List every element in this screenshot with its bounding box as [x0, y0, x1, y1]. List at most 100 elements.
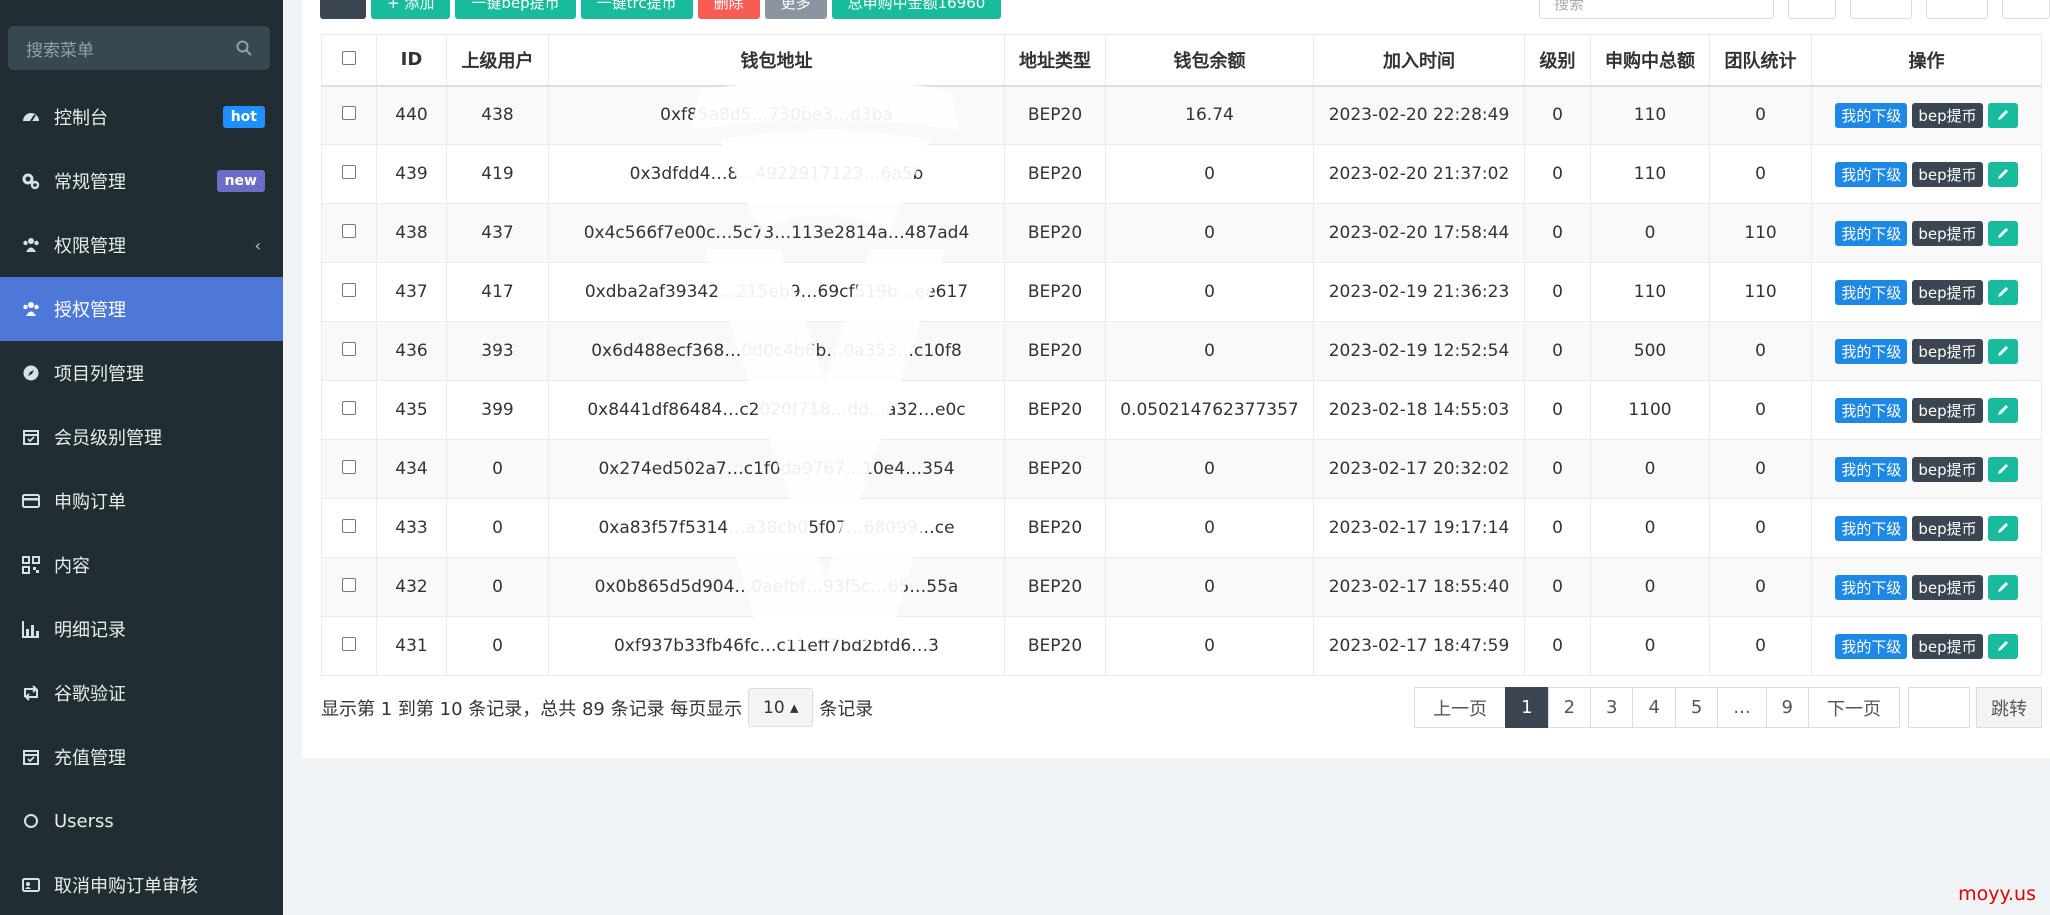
- edit-button[interactable]: [1987, 515, 2018, 541]
- menu-search-input[interactable]: 搜索菜单: [8, 26, 270, 70]
- bep-withdraw-button[interactable]: bep提币: [1912, 102, 1983, 128]
- edit-button[interactable]: [1987, 338, 2018, 364]
- select-all-header[interactable]: [321, 34, 377, 87]
- row-checkbox[interactable]: [342, 519, 356, 533]
- delete-button[interactable]: 删除: [697, 0, 760, 19]
- bep-withdraw-button[interactable]: bep提币: [1912, 574, 1983, 600]
- edit-button[interactable]: [1987, 397, 2018, 423]
- sidebar-item-google-auth[interactable]: 谷歌验证: [0, 661, 283, 725]
- row-select-cell[interactable]: [321, 439, 377, 499]
- bep-withdraw-button[interactable]: bep提币: [1912, 633, 1983, 659]
- row-checkbox[interactable]: [342, 106, 356, 121]
- column-header[interactable]: 钱包地址: [548, 34, 1005, 87]
- my-children-button[interactable]: 我的下级: [1835, 220, 1908, 246]
- edit-button[interactable]: [1987, 161, 2018, 187]
- bep-withdraw-all-button[interactable]: 一键bep提币: [455, 0, 576, 19]
- column-header[interactable]: 上级用户: [446, 34, 549, 87]
- column-header[interactable]: 级别: [1524, 34, 1591, 87]
- sidebar-item-orders[interactable]: 申购订单: [0, 469, 283, 533]
- pencil-icon: [1997, 405, 2008, 415]
- bep-withdraw-button[interactable]: bep提币: [1912, 279, 1983, 305]
- page-button[interactable]: 4: [1632, 687, 1676, 728]
- column-header[interactable]: 地址类型: [1004, 34, 1106, 87]
- select-all-checkbox[interactable]: [342, 51, 356, 66]
- columns-button[interactable]: [1850, 0, 1912, 19]
- refresh-button[interactable]: [320, 0, 366, 19]
- row-select-cell[interactable]: [321, 144, 377, 204]
- sidebar-item-dashboard[interactable]: 控制台 hot: [0, 85, 283, 149]
- sidebar-item-userss[interactable]: Userss: [0, 789, 283, 853]
- sidebar-item-projects[interactable]: 项目列管理: [0, 341, 283, 405]
- row-checkbox[interactable]: [342, 460, 356, 474]
- more-button[interactable]: 更多: [764, 0, 827, 19]
- sidebar-item-member-levels[interactable]: 会员级别管理: [0, 405, 283, 469]
- sidebar-item-authorization[interactable]: 授权管理: [0, 277, 283, 341]
- sidebar-item-cancel-review[interactable]: 取消申购订单审核: [0, 853, 283, 915]
- advanced-search-button[interactable]: [2002, 0, 2050, 19]
- sidebar-item-permissions[interactable]: 权限管理 ‹: [0, 213, 283, 277]
- cell-level: 0: [1524, 439, 1591, 499]
- my-children-button[interactable]: 我的下级: [1835, 574, 1908, 600]
- bep-withdraw-button[interactable]: bep提币: [1912, 456, 1983, 482]
- row-checkbox[interactable]: [342, 224, 356, 238]
- sidebar-item-recharge[interactable]: 充值管理: [0, 725, 283, 789]
- bep-withdraw-button[interactable]: bep提币: [1912, 338, 1983, 364]
- row-checkbox[interactable]: [342, 342, 356, 356]
- row-select-cell[interactable]: [321, 557, 377, 617]
- my-children-button[interactable]: 我的下级: [1835, 456, 1908, 482]
- jump-button[interactable]: 跳转: [1976, 687, 2042, 728]
- my-children-button[interactable]: 我的下级: [1835, 279, 1908, 305]
- row-checkbox[interactable]: [342, 165, 356, 179]
- column-header[interactable]: ID: [376, 34, 447, 87]
- row-select-cell[interactable]: [321, 203, 377, 263]
- row-checkbox[interactable]: [342, 401, 356, 415]
- row-checkbox[interactable]: [342, 283, 356, 297]
- sidebar-item-general[interactable]: 常规管理 new: [0, 149, 283, 213]
- row-checkbox[interactable]: [342, 578, 356, 592]
- bep-withdraw-button[interactable]: bep提币: [1912, 397, 1983, 423]
- row-select-cell[interactable]: [321, 321, 377, 381]
- row-select-cell[interactable]: [321, 616, 377, 676]
- column-header[interactable]: 加入时间: [1313, 34, 1525, 87]
- page-button[interactable]: 3: [1590, 687, 1634, 728]
- total-subscribing-button[interactable]: 总申购中金额16960: [831, 0, 1002, 19]
- jump-page-input[interactable]: [1908, 687, 1970, 728]
- page-button[interactable]: 1: [1505, 687, 1549, 728]
- page-button[interactable]: 9: [1765, 687, 1809, 728]
- my-children-button[interactable]: 我的下级: [1835, 338, 1908, 364]
- row-select-cell[interactable]: [321, 85, 377, 145]
- edit-button[interactable]: [1987, 220, 2018, 246]
- next-page-button[interactable]: 下一页: [1808, 687, 1900, 728]
- toggle-view-button[interactable]: [1926, 0, 1988, 19]
- row-select-cell[interactable]: [321, 262, 377, 322]
- edit-button[interactable]: [1987, 633, 2018, 659]
- edit-button[interactable]: [1987, 574, 2018, 600]
- my-children-button[interactable]: 我的下级: [1835, 515, 1908, 541]
- row-select-cell[interactable]: [321, 380, 377, 440]
- bep-withdraw-button[interactable]: bep提币: [1912, 515, 1983, 541]
- add-button[interactable]: + 添加: [371, 0, 451, 19]
- edit-button[interactable]: [1987, 456, 2018, 482]
- prev-page-button[interactable]: 上一页: [1414, 687, 1507, 728]
- my-children-button[interactable]: 我的下级: [1835, 161, 1908, 187]
- page-size-select[interactable]: 10 ▴: [748, 688, 814, 727]
- sidebar-item-content[interactable]: 内容: [0, 533, 283, 597]
- edit-button[interactable]: [1987, 279, 2018, 305]
- column-header[interactable]: 团队统计: [1709, 34, 1812, 87]
- my-children-button[interactable]: 我的下级: [1835, 633, 1908, 659]
- my-children-button[interactable]: 我的下级: [1835, 397, 1908, 423]
- table-search-input[interactable]: 搜索: [1539, 0, 1774, 19]
- bep-withdraw-button[interactable]: bep提币: [1912, 220, 1983, 246]
- row-select-cell[interactable]: [321, 498, 377, 558]
- page-button[interactable]: 5: [1674, 687, 1719, 728]
- trc-withdraw-all-button[interactable]: 一键trc提币: [580, 0, 693, 19]
- column-header[interactable]: 钱包余额: [1105, 34, 1314, 87]
- edit-button[interactable]: [1987, 102, 2018, 128]
- sidebar-item-records[interactable]: 明细记录: [0, 597, 283, 661]
- my-children-button[interactable]: 我的下级: [1835, 102, 1908, 128]
- export-button[interactable]: [1788, 0, 1836, 19]
- page-button[interactable]: 2: [1547, 687, 1592, 728]
- row-checkbox[interactable]: [342, 637, 356, 651]
- column-header[interactable]: 申购中总额: [1590, 34, 1710, 87]
- bep-withdraw-button[interactable]: bep提币: [1912, 161, 1983, 187]
